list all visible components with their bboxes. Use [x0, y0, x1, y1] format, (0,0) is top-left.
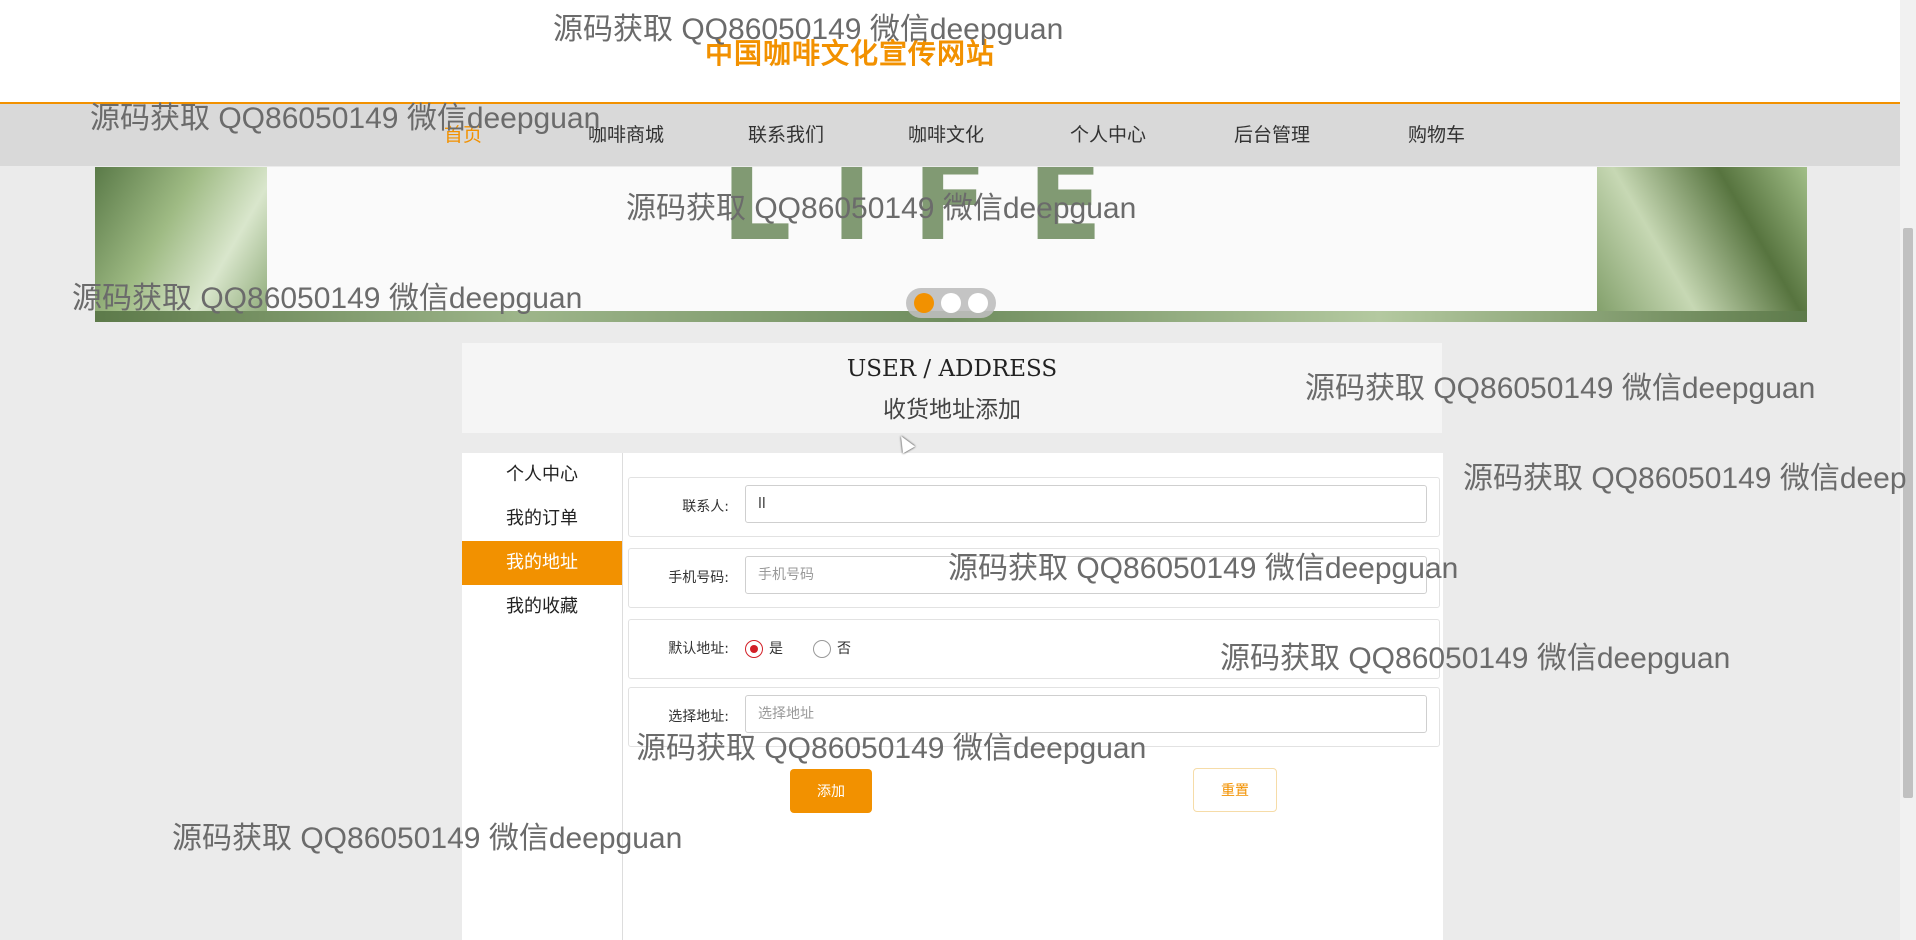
nav-item-cart[interactable]: 购物车	[1408, 104, 1465, 166]
watermark: 源码获取 QQ86050149 微信deepguan	[636, 732, 1147, 765]
section-title-en: USER / ADDRESS	[846, 356, 1058, 382]
default-label: 默认地址:	[668, 641, 729, 657]
section-header: USER / ADDRESS 收货地址添加	[462, 343, 1442, 433]
reset-button[interactable]: 重置	[1193, 768, 1277, 812]
nav-item-personal-center[interactable]: 个人中心	[1070, 104, 1146, 166]
watermark: 源码获取 QQ86050149 微信deepguan	[1220, 642, 1731, 675]
scrollbar-thumb[interactable]	[1903, 228, 1913, 798]
default-no-label: 否	[837, 641, 851, 657]
banner-image-right	[1597, 167, 1807, 322]
watermark: 源码获取 QQ86050149 微信deepguan	[948, 552, 1459, 585]
watermark: 源码获取 QQ86050149 微信deepguan	[626, 192, 1137, 225]
watermark: 源码获取 QQ86050149 微信deep	[1463, 462, 1907, 495]
carousel-dot-2[interactable]	[941, 293, 961, 313]
default-no-radio[interactable]: 否	[813, 638, 851, 660]
radio-checked-icon	[745, 640, 763, 658]
default-yes-label: 是	[769, 641, 783, 657]
nav-item-admin[interactable]: 后台管理	[1234, 104, 1310, 166]
watermark: 源码获取 QQ86050149 微信deepguan	[553, 13, 1064, 46]
mouse-cursor-icon	[894, 432, 916, 454]
add-button[interactable]: 添加	[790, 769, 872, 813]
sidebar-item-my-favorites[interactable]: 我的收藏	[462, 585, 622, 629]
radio-unchecked-icon	[813, 640, 831, 658]
section-title-cn: 收货地址添加	[883, 397, 1021, 423]
carousel-dot-1[interactable]	[914, 293, 934, 313]
phone-label: 手机号码:	[668, 570, 729, 586]
nav-item-coffee-culture[interactable]: 咖啡文化	[908, 104, 984, 166]
watermark: 源码获取 QQ86050149 微信deepguan	[172, 822, 683, 855]
user-sidebar: 个人中心 我的订单 我的地址 我的收藏	[462, 453, 622, 940]
watermark: 源码获取 QQ86050149 微信deepguan	[90, 102, 601, 135]
contact-input[interactable]	[745, 485, 1427, 523]
carousel-dot-3[interactable]	[968, 293, 988, 313]
nav-item-contact-us[interactable]: 联系我们	[748, 104, 824, 166]
watermark: 源码获取 QQ86050149 微信deepguan	[1305, 372, 1816, 405]
sidebar-item-my-address[interactable]: 我的地址	[462, 541, 622, 585]
carousel-indicators	[906, 288, 996, 318]
sidebar-item-personal-center[interactable]: 个人中心	[462, 453, 622, 497]
default-yes-radio[interactable]: 是	[745, 638, 783, 660]
contact-label: 联系人:	[682, 499, 729, 515]
sidebar-item-my-orders[interactable]: 我的订单	[462, 497, 622, 541]
form-row-contact: 联系人:	[628, 477, 1440, 537]
watermark: 源码获取 QQ86050149 微信deepguan	[72, 282, 583, 315]
address-form: 联系人: 手机号码: 默认地址: 是 否 选择地址: 添加 重置	[622, 453, 1443, 940]
